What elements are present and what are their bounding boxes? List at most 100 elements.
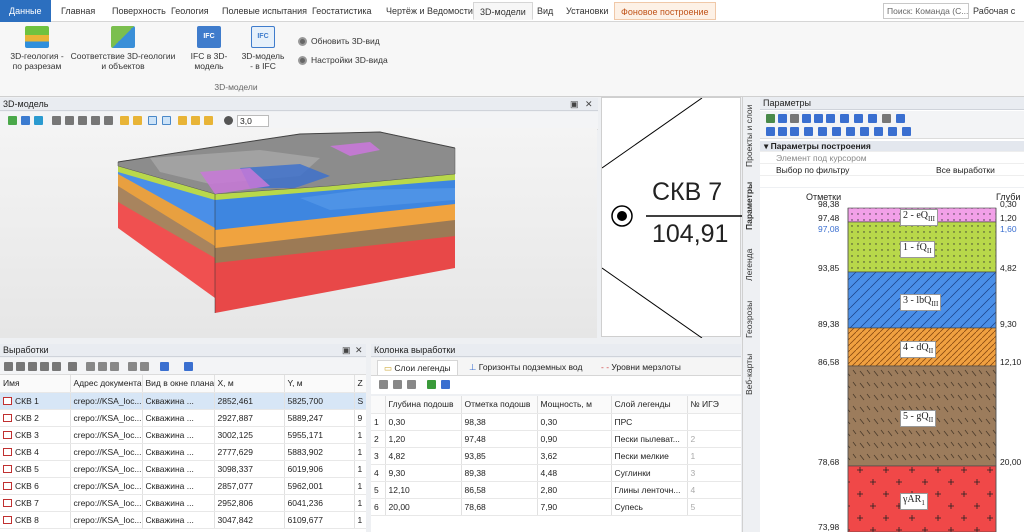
- 3d-view-settings-button[interactable]: Настройки 3D-вида: [298, 55, 388, 65]
- layer-depth-cell[interactable]: 4,82: [385, 447, 462, 465]
- layer-depth-cell[interactable]: 12,10: [385, 481, 462, 499]
- move-icon[interactable]: [814, 114, 823, 123]
- tab-projects-layers[interactable]: Проекты и слои: [744, 101, 758, 171]
- wells-filter-icon[interactable]: [184, 362, 193, 371]
- axis-vz-icon[interactable]: [91, 116, 100, 125]
- table-row[interactable]: 4 9,30 89,38 4,48 Суглинки 3: [371, 464, 741, 482]
- tab-legend[interactable]: Легенда: [744, 243, 758, 287]
- h-icon[interactable]: [790, 114, 799, 123]
- layer-thick-cell[interactable]: 2,80: [537, 481, 612, 499]
- layer-thick-cell[interactable]: 4,48: [537, 464, 612, 482]
- tool2-3-icon[interactable]: [790, 127, 799, 136]
- layer-layer-cell[interactable]: Суглинки: [611, 464, 688, 482]
- tool2-4-icon[interactable]: [804, 127, 813, 136]
- arrow-icon[interactable]: [778, 114, 787, 123]
- layer-ige-cell[interactable]: [687, 413, 741, 431]
- layer-layer-cell[interactable]: Супесь: [611, 498, 688, 516]
- cross-icon[interactable]: [826, 114, 835, 123]
- layer-ige-cell[interactable]: 1: [687, 447, 741, 465]
- table-row[interactable]: СКВ 1 crepo://KSA_loc... Скважина ... 2852,…: [0, 392, 366, 410]
- layer-depth-cell[interactable]: 9,30: [385, 464, 462, 482]
- drawing-panel[interactable]: СКВ 7 104,91: [601, 97, 742, 339]
- layer-thick-cell[interactable]: 3,62: [537, 447, 612, 465]
- layer-ige-cell[interactable]: 5: [687, 498, 741, 516]
- layer-layer-cell[interactable]: ПРС: [611, 413, 688, 431]
- layer-depth-cell[interactable]: 0,30: [385, 413, 462, 431]
- refresh-3d-view-button[interactable]: Обновить 3D-вид: [298, 36, 380, 46]
- ribbon-tab-3[interactable]: Поверхность: [106, 2, 172, 20]
- pan-icon[interactable]: [21, 116, 30, 125]
- column-col-header[interactable]: Глубина подошв: [385, 396, 462, 414]
- layer-layer-cell[interactable]: Пески мелкие: [611, 447, 688, 465]
- tab-groundwater[interactable]: ⊥ Горизонты подземных вод: [469, 362, 582, 373]
- zoom-input[interactable]: 3,0: [237, 115, 269, 127]
- table-row[interactable]: 6 20,00 78,68 7,90 Супесь 5: [371, 498, 741, 516]
- ribbon-tab-4[interactable]: Геология: [165, 2, 215, 20]
- ribbon-tab-6[interactable]: Геостатистика: [306, 2, 378, 20]
- geology-by-sections-button[interactable]: 3D-геология - по разрезам: [4, 26, 70, 71]
- check-icon[interactable]: [766, 114, 775, 123]
- tab-geoerosion[interactable]: Геоэрозы: [744, 296, 758, 342]
- layer-layer-cell[interactable]: Пески пылеват...: [611, 430, 688, 448]
- wells-tool-1-icon[interactable]: [4, 362, 13, 371]
- layer-ige-cell[interactable]: 2: [687, 430, 741, 448]
- table-row[interactable]: СКВ 2 crepo://KSA_loc... Скважина ... 2927,…: [0, 409, 366, 427]
- ribbon-tab-8[interactable]: 3D-модели: [473, 2, 533, 20]
- column-tool-5-icon[interactable]: [441, 380, 450, 389]
- table-row[interactable]: 1 0,30 98,38 0,30 ПРС: [371, 413, 741, 431]
- ribbon-tab-5[interactable]: Полевые испытания: [216, 2, 313, 20]
- view-icon[interactable]: [34, 116, 43, 125]
- table-row[interactable]: СКВ 8 crepo://KSA_loc... Скважина ... 3047,…: [0, 511, 366, 529]
- layer-elev-cell[interactable]: 78,68: [461, 498, 538, 516]
- float-panel-icon[interactable]: ▣: [570, 98, 579, 111]
- align-icon[interactable]: [896, 114, 905, 123]
- tab-web-maps[interactable]: Веб-карты: [744, 350, 758, 398]
- layer-elev-cell[interactable]: 86,58: [461, 481, 538, 499]
- add-point-icon[interactable]: [802, 114, 811, 123]
- column-tool-4-icon[interactable]: [427, 380, 436, 389]
- layer-orange-icon[interactable]: [178, 116, 187, 125]
- close-icon[interactable]: ✕: [585, 98, 593, 111]
- layer-depth-cell[interactable]: 1,20: [385, 430, 462, 448]
- table-row[interactable]: СКВ 3 crepo://KSA_loc... Скважина ... 3002,…: [0, 426, 366, 444]
- ribbon-tab-7[interactable]: Чертёж и Ведомости: [380, 2, 479, 20]
- tool2-8-icon[interactable]: [860, 127, 869, 136]
- rotate-icon[interactable]: [8, 116, 17, 125]
- param-row[interactable]: Элемент под курсором: [760, 153, 1024, 164]
- wells-tool-8-icon[interactable]: [98, 362, 107, 371]
- layer-elev-cell[interactable]: 98,38: [461, 413, 538, 431]
- measure-icon[interactable]: [882, 114, 891, 123]
- float-panel-icon[interactable]: ▣: [342, 344, 351, 357]
- layer-ige-cell[interactable]: 3: [687, 464, 741, 482]
- column-col-header[interactable]: Мощность, м: [537, 396, 612, 414]
- wells-columns-icon[interactable]: [160, 362, 169, 371]
- table-row[interactable]: 3 4,82 93,85 3,62 Пески мелкие 1: [371, 447, 741, 465]
- wells-tool-4-icon[interactable]: [40, 362, 49, 371]
- wells-tool-5-icon[interactable]: [52, 362, 61, 371]
- tab-legend-layers[interactable]: ▭ Слои легенды: [377, 360, 458, 375]
- wells-tool-6-icon[interactable]: [68, 362, 77, 371]
- tool2-1-icon[interactable]: [766, 127, 775, 136]
- ribbon-tab-11[interactable]: Фоновое построение: [614, 2, 716, 20]
- close-icon[interactable]: ✕: [355, 344, 363, 357]
- tool2-6-icon[interactable]: [832, 127, 841, 136]
- ribbon-tab-10[interactable]: Установки: [560, 2, 614, 20]
- layer-elev-cell[interactable]: 89,38: [461, 464, 538, 482]
- ribbon-tab-2[interactable]: Главная: [55, 2, 101, 20]
- dim-icon[interactable]: [868, 114, 877, 123]
- column-tool-2-icon[interactable]: [393, 380, 402, 389]
- tab-permafrost[interactable]: - - Уровни мерзлоты: [601, 362, 681, 372]
- tool2-7-icon[interactable]: [846, 127, 855, 136]
- layer-thick-cell[interactable]: 7,90: [537, 498, 612, 516]
- layer-orange2-icon[interactable]: [191, 116, 200, 125]
- tool2-11-icon[interactable]: [902, 127, 911, 136]
- 3d-to-ifc-button[interactable]: IFC 3D-модель - в IFC: [238, 26, 288, 71]
- wells-tool-10-icon[interactable]: [128, 362, 137, 371]
- param-row[interactable]: Выбор по фильтру Все выработки: [760, 165, 1024, 176]
- 3d-viewport[interactable]: [0, 128, 597, 338]
- axis-s2-icon[interactable]: [78, 116, 87, 125]
- wells-col-header[interactable]: X, м: [214, 375, 285, 393]
- ribbon-tab-1[interactable]: Данные: [0, 0, 51, 22]
- ribbon-tab-9[interactable]: Вид: [531, 2, 559, 20]
- wells-tool-3-icon[interactable]: [28, 362, 37, 371]
